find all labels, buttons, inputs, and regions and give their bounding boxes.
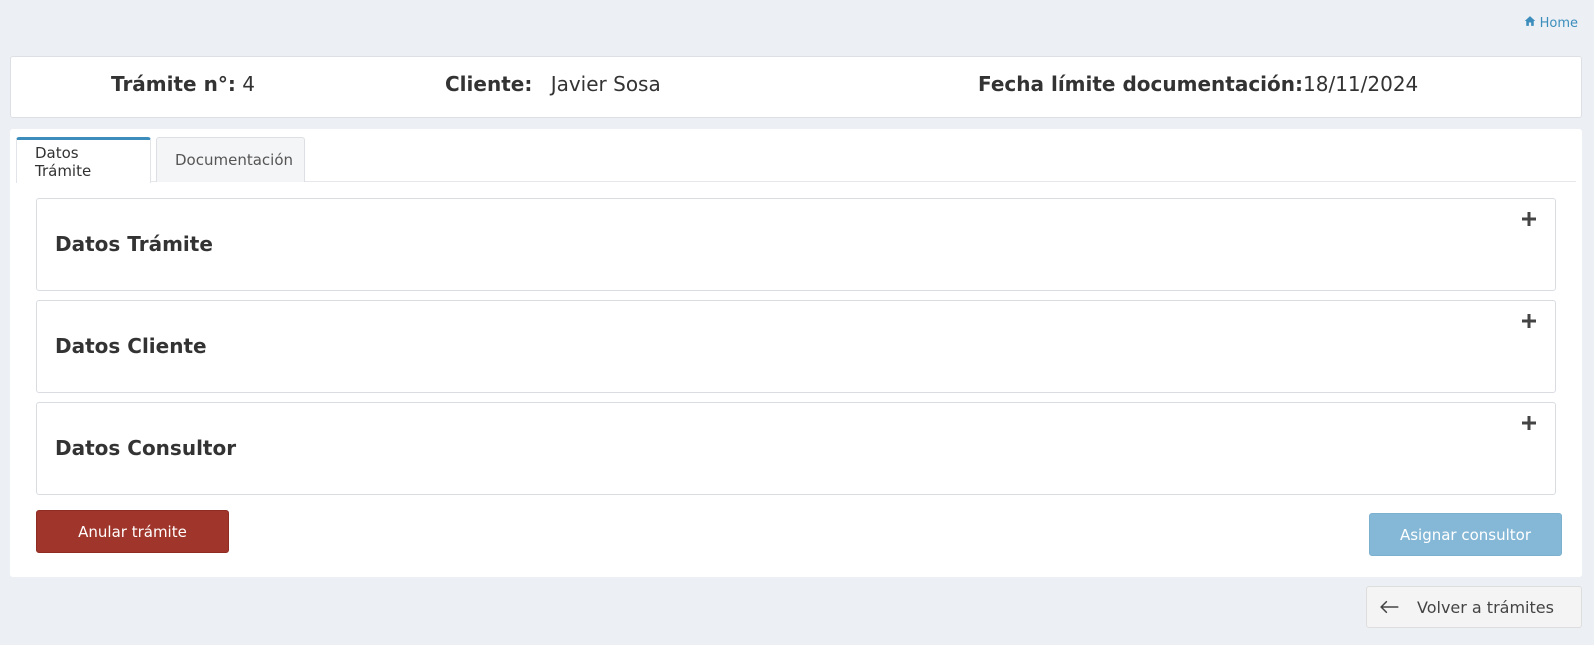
panel-datos-consultor-toggle[interactable]: [1519, 413, 1539, 433]
anular-tramite-label: Anular trámite: [78, 522, 187, 541]
cliente-label: Cliente:: [445, 72, 533, 96]
plus-icon: [1522, 314, 1536, 328]
tab-datos-tramite[interactable]: Datos Trámite: [16, 137, 151, 183]
panel-datos-tramite: Datos Trámite: [36, 198, 1556, 291]
volver-tramites-label: Volver a trámites: [1417, 597, 1554, 617]
volver-tramites-button[interactable]: Volver a trámites: [1366, 586, 1582, 628]
panel-datos-cliente: Datos Cliente: [36, 300, 1556, 393]
panel-datos-consultor-title: Datos Consultor: [55, 436, 237, 460]
panel-datos-cliente-title: Datos Cliente: [55, 334, 207, 358]
tab-documentacion-label: Documentación: [175, 151, 294, 169]
cliente-info: Cliente: Javier Sosa: [445, 72, 661, 96]
panel-datos-cliente-toggle[interactable]: [1519, 311, 1539, 331]
plus-icon: [1522, 212, 1536, 226]
panel-datos-tramite-title: Datos Trámite: [55, 232, 213, 256]
breadcrumb-home-label: Home: [1539, 15, 1578, 31]
fecha-limite-info: Fecha límite documentación:18/11/2024: [978, 72, 1418, 96]
fecha-limite-value: 18/11/2024: [1303, 72, 1419, 96]
tramite-number-value: 4: [242, 72, 255, 96]
asignar-consultor-button[interactable]: Asignar consultor: [1369, 513, 1562, 556]
panel-datos-tramite-toggle[interactable]: [1519, 209, 1539, 229]
panel-datos-consultor: Datos Consultor: [36, 402, 1556, 495]
asignar-consultor-label: Asignar consultor: [1399, 525, 1532, 544]
tramite-number: Trámite n°: 4: [111, 72, 255, 96]
tab-datos-tramite-label: Datos Trámite: [35, 143, 92, 180]
tramite-detail-box: Datos Trámite Documentación Datos Trámit…: [10, 129, 1582, 577]
arrow-left-icon: [1379, 599, 1401, 615]
tramite-summary-box: Trámite n°: 4 Cliente: Javier Sosa Fecha…: [10, 56, 1582, 118]
anular-tramite-button[interactable]: Anular trámite: [36, 510, 229, 553]
cliente-value: Javier Sosa: [550, 72, 661, 96]
tab-documentacion[interactable]: Documentación: [156, 137, 305, 182]
plus-icon: [1522, 416, 1536, 430]
tramite-number-label: Trámite n°:: [111, 72, 236, 96]
breadcrumb-home-link[interactable]: Home: [1524, 15, 1578, 31]
fecha-limite-label: Fecha límite documentación:: [978, 72, 1303, 96]
tab-bar: Datos Trámite Documentación: [16, 137, 1576, 183]
home-icon: [1524, 15, 1536, 31]
